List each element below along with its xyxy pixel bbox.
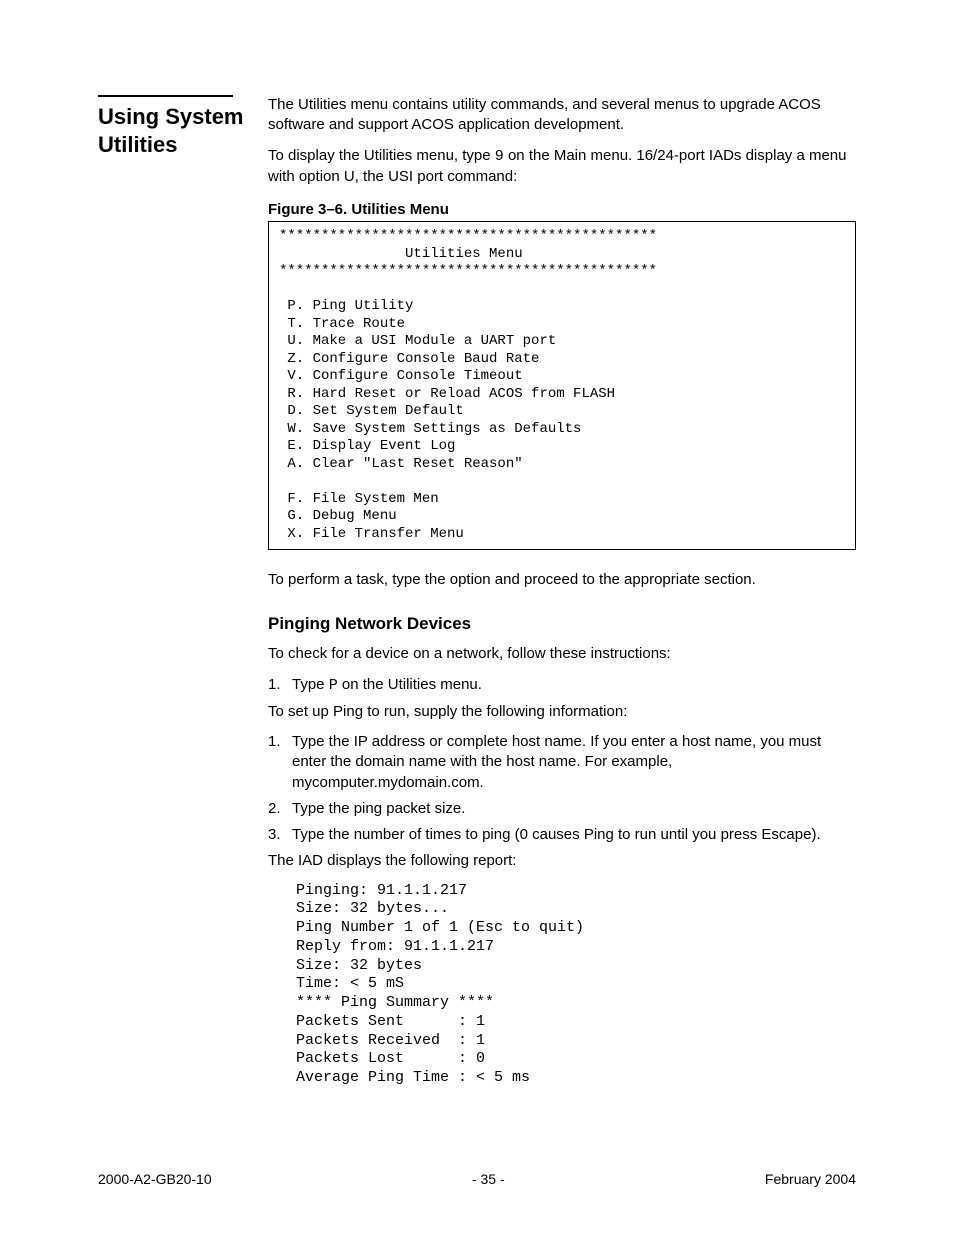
list-item-text: Type the IP address or complete host nam…: [292, 732, 856, 793]
list-item-text: Type the number of times to ping (0 caus…: [292, 825, 821, 845]
sub-heading: Pinging Network Devices: [268, 614, 856, 634]
after-menu-paragraph: To perform a task, type the option and p…: [268, 570, 856, 590]
list-item: 3.Type the number of times to ping (0 ca…: [268, 825, 856, 845]
numbered-list-2: 1.Type the IP address or complete host n…: [268, 732, 856, 845]
list-item: 1.Type the IP address or complete host n…: [268, 732, 856, 793]
list-item-text: Type the ping packet size.: [292, 799, 465, 819]
step-num: 1.: [268, 675, 292, 696]
list-item-num: 1.: [268, 732, 292, 793]
step1-code: P: [329, 677, 338, 694]
footer-center: - 35 -: [472, 1171, 505, 1187]
step-text: Type P on the Utilities menu.: [292, 675, 482, 696]
sub-paragraph-1: To check for a device on a network, foll…: [268, 644, 856, 664]
list-item-num: 2.: [268, 799, 292, 819]
sub-paragraph-3: The IAD displays the following report:: [268, 851, 856, 871]
footer-right: February 2004: [765, 1171, 856, 1187]
list-item-num: 3.: [268, 825, 292, 845]
intro-paragraph-2: To display the Utilities menu, type 9 on…: [268, 146, 856, 188]
list-item: 2.Type the ping packet size.: [268, 799, 856, 819]
ping-output: Pinging: 91.1.1.217 Size: 32 bytes... Pi…: [296, 882, 856, 1088]
sub-paragraph-2: To set up Ping to run, supply the follow…: [268, 702, 856, 722]
intro-p2-code: 9: [495, 148, 504, 165]
side-heading-block: Using System Utilities: [98, 95, 268, 158]
page-footer: 2000-A2-GB20-10 - 35 - February 2004: [98, 1171, 856, 1187]
intro-p2a: To display the Utilities menu, type: [268, 147, 495, 164]
step-item-1: 1. Type P on the Utilities menu.: [268, 675, 856, 696]
side-rule: [98, 95, 233, 97]
figure-caption: Figure 3–6. Utilities Menu: [268, 201, 856, 218]
step1b: on the Utilities menu.: [338, 676, 482, 693]
utilities-menu-box: ****************************************…: [268, 221, 856, 550]
intro-paragraph-1: The Utilities menu contains utility comm…: [268, 95, 856, 136]
step1a: Type: [292, 676, 329, 693]
side-heading-text: Using System Utilities: [98, 103, 268, 158]
footer-left: 2000-A2-GB20-10: [98, 1171, 212, 1187]
content-row: Using System Utilities The Utilities men…: [98, 95, 856, 1088]
main-column: The Utilities menu contains utility comm…: [268, 95, 856, 1088]
page: Using System Utilities The Utilities men…: [0, 0, 954, 1235]
